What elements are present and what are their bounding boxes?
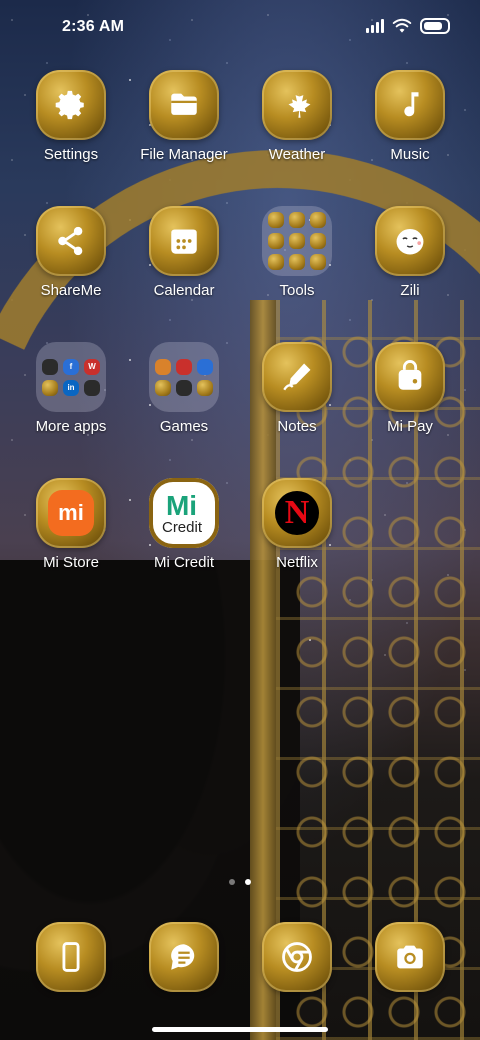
mi-logo-icon: mi	[36, 478, 106, 548]
app-music[interactable]: Music	[354, 70, 466, 163]
music-note-icon	[375, 70, 445, 140]
status-bar: 2:36 AM	[0, 0, 480, 56]
pen-icon	[262, 342, 332, 412]
folder-games[interactable]: Games	[128, 342, 240, 435]
app-calendar[interactable]: Calendar	[128, 206, 240, 299]
app-label: Zili	[400, 282, 420, 299]
dock-messages[interactable]	[128, 922, 240, 992]
app-shareme[interactable]: ShareMe	[15, 206, 127, 299]
page-dot-active[interactable]	[245, 879, 251, 885]
page-dot[interactable]	[229, 879, 235, 885]
mi-credit-logo-icon: Mi Credit	[149, 478, 219, 548]
app-mi-pay[interactable]: Mi Pay	[354, 342, 466, 435]
folder-grid-icon	[262, 206, 332, 276]
folder-icon	[149, 70, 219, 140]
mi-credit-mark: Mi	[165, 489, 198, 521]
dock-phone[interactable]	[15, 922, 127, 992]
messages-icon	[149, 922, 219, 992]
folder-mini-icon	[84, 379, 100, 396]
chrome-icon	[262, 922, 332, 992]
app-label: Music	[390, 146, 430, 163]
status-time: 2:36 AM	[62, 18, 125, 35]
netflix-logo-mark: N	[275, 491, 319, 535]
app-label: File Manager	[140, 146, 228, 163]
app-label: ShareMe	[40, 282, 102, 299]
app-label: Weather	[268, 146, 326, 163]
app-label: Notes	[277, 418, 317, 435]
folder-mini-icon	[197, 379, 213, 396]
folder-mini-icon	[310, 254, 326, 270]
folder-mini-icon	[289, 233, 305, 249]
camera-icon	[375, 922, 445, 992]
app-notes[interactable]: Notes	[241, 342, 353, 435]
app-label: Mi Pay	[387, 418, 433, 435]
folder-grid-icon: f W in	[36, 342, 106, 412]
app-zili[interactable]: Zili	[354, 206, 466, 299]
folder-grid-icon	[149, 342, 219, 412]
folder-mini-icon	[310, 233, 326, 249]
app-label: Tools	[279, 282, 315, 299]
folder-mini-icon	[310, 212, 326, 228]
wifi-icon	[392, 18, 412, 33]
mi-logo-mark: mi	[48, 490, 94, 536]
share-icon	[36, 206, 106, 276]
folder-mini-icon: W	[84, 358, 100, 375]
app-label: Mi Store	[43, 554, 99, 571]
status-icons	[366, 18, 450, 34]
battery-icon	[420, 18, 450, 34]
folder-mini-icon	[268, 212, 284, 228]
folder-more-apps[interactable]: f W in More apps	[15, 342, 127, 435]
folder-mini-icon: f	[63, 358, 79, 375]
app-label: Settings	[43, 146, 99, 163]
app-netflix[interactable]: N Netflix	[241, 478, 353, 571]
folder-mini-icon: in	[63, 379, 79, 396]
app-file-manager[interactable]: File Manager	[128, 70, 240, 163]
app-weather[interactable]: Weather	[241, 70, 353, 163]
signal-icon	[366, 19, 384, 33]
home-indicator-bar[interactable]	[152, 1027, 328, 1032]
app-label: Games	[159, 418, 209, 435]
folder-mini-icon	[155, 379, 171, 396]
shopping-bag-icon	[375, 342, 445, 412]
mi-credit-submark: Credit	[161, 518, 202, 536]
smiley-face-icon	[375, 206, 445, 276]
maple-leaf-icon	[262, 70, 332, 140]
gear-icon	[36, 70, 106, 140]
folder-mini-icon	[268, 233, 284, 249]
netflix-logo-icon: N	[262, 478, 332, 548]
folder-mini-icon	[289, 254, 305, 270]
folder-mini-icon	[42, 358, 58, 375]
folder-mini-icon	[268, 254, 284, 270]
folder-tools[interactable]: Tools	[241, 206, 353, 299]
page-indicator	[0, 879, 480, 885]
app-label: Mi Credit	[153, 554, 214, 571]
folder-mini-icon	[176, 379, 192, 396]
folder-mini-icon	[197, 358, 213, 375]
app-settings[interactable]: Settings	[15, 70, 127, 163]
app-label: More apps	[35, 418, 107, 435]
app-label: Netflix	[276, 554, 318, 571]
folder-mini-icon	[289, 212, 305, 228]
calendar-icon	[149, 206, 219, 276]
home-screen: 2:36 AM Settings File Manager Weather Mu…	[0, 0, 480, 1040]
dock-camera[interactable]	[354, 922, 466, 992]
phone-icon	[36, 922, 106, 992]
app-label: Calendar	[153, 282, 215, 299]
app-mi-credit[interactable]: Mi Credit Mi Credit	[128, 478, 240, 571]
folder-mini-icon	[176, 358, 192, 375]
folder-mini-icon	[42, 379, 58, 396]
dock-chrome[interactable]	[241, 922, 353, 992]
folder-mini-icon	[155, 358, 171, 375]
app-mi-store[interactable]: mi Mi Store	[15, 478, 127, 571]
